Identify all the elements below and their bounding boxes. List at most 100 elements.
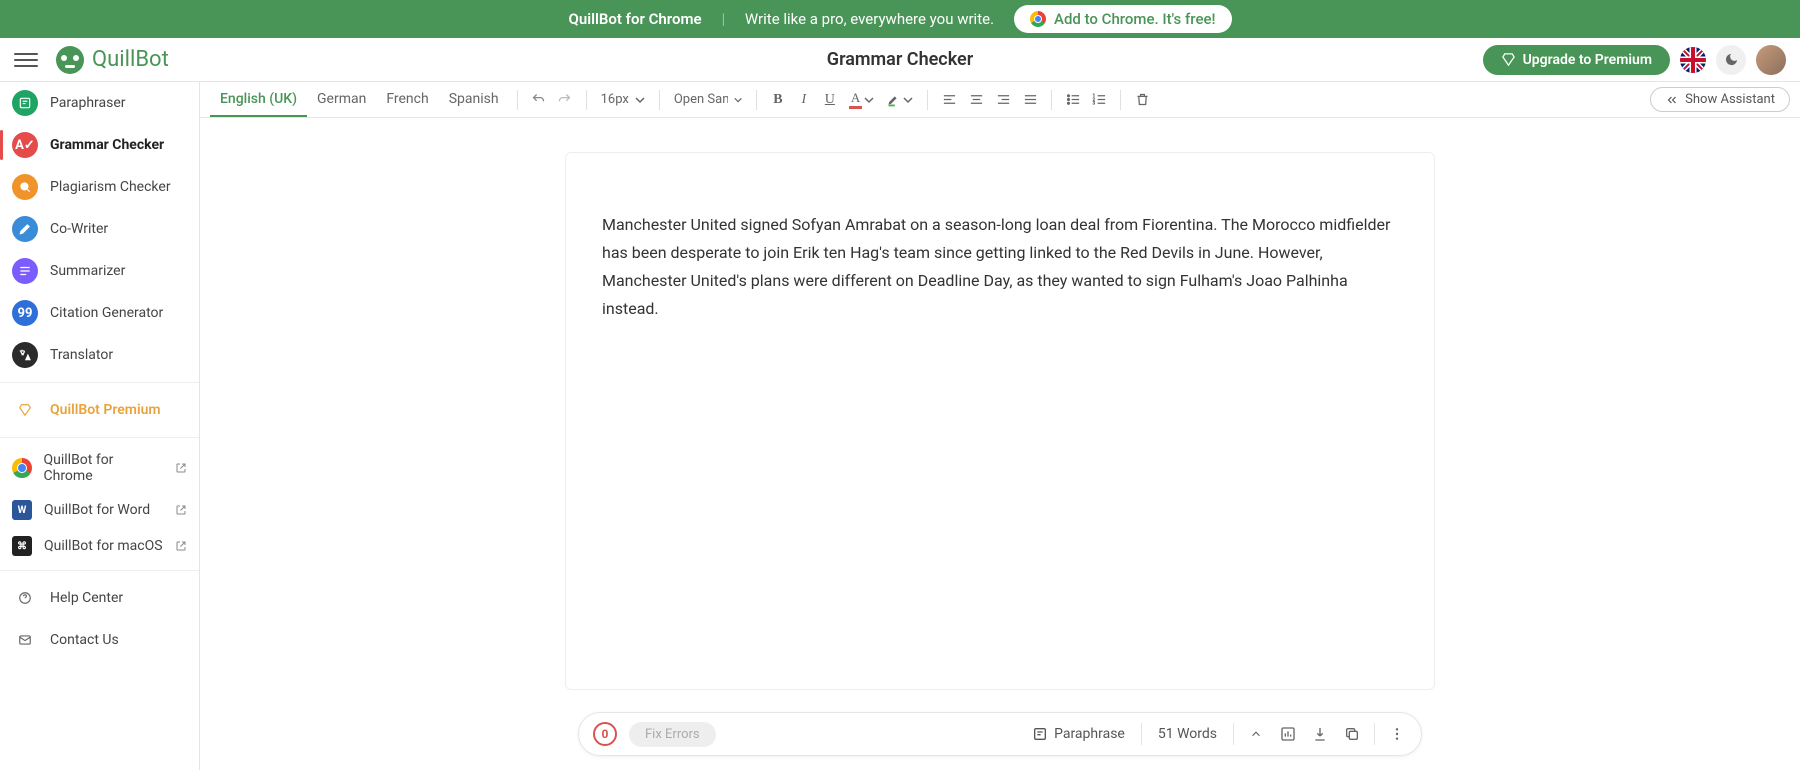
sidebar-item-grammar-checker[interactable]: A✓ Grammar Checker (0, 124, 199, 166)
sidebar-item-help[interactable]: Help Center (0, 577, 199, 619)
collapse-button[interactable] (1246, 724, 1266, 744)
language-flag-uk[interactable] (1680, 47, 1706, 73)
align-left-icon (942, 92, 957, 107)
bullet-list-button[interactable] (1060, 87, 1086, 113)
sidebar-ext-chrome[interactable]: QuillBot for Chrome (0, 444, 199, 492)
align-center-button[interactable] (963, 87, 989, 113)
main-area: English (UK)GermanFrenchSpanish 16px Ope… (200, 82, 1800, 770)
diamond-icon (12, 397, 38, 423)
sidebar-item-co-writer[interactable]: Co-Writer (0, 208, 199, 250)
more-menu-button[interactable] (1387, 724, 1407, 744)
sidebar-ext-word[interactable]: WQuillBot for Word (0, 492, 199, 528)
upgrade-premium-button[interactable]: Upgrade to Premium (1483, 45, 1670, 75)
sidebar-item-label: Translator (50, 347, 113, 363)
align-left-button[interactable] (936, 87, 962, 113)
sidebar-item-paraphraser[interactable]: Paraphraser (0, 82, 199, 124)
lang-tab-french[interactable]: French (376, 82, 438, 117)
help-icon (12, 585, 38, 611)
sidebar-item-premium[interactable]: QuillBot Premium (0, 389, 199, 431)
bold-button[interactable]: B (765, 87, 791, 113)
font-size-select[interactable]: 16px (595, 92, 651, 107)
sidebar: Paraphraser A✓ Grammar Checker Plagiarism C… (0, 82, 200, 770)
chevron-down-icon (903, 95, 913, 105)
chevron-down-icon (635, 95, 645, 105)
stats-button[interactable] (1278, 724, 1298, 744)
align-justify-icon (1023, 92, 1038, 107)
paraphrase-icon (1032, 726, 1048, 742)
bold-icon: B (773, 92, 782, 108)
font-size-value: 16px (601, 92, 629, 107)
user-avatar[interactable] (1756, 45, 1786, 75)
sidebar-item-citation-generator[interactable]: 99 Citation Generator (0, 292, 199, 334)
chevron-down-icon (734, 95, 742, 105)
sidebar-ext-macos[interactable]: ⌘QuillBot for macOS (0, 528, 199, 564)
sidebar-item-label: Citation Generator (50, 305, 163, 321)
svg-text:3: 3 (1092, 102, 1095, 107)
hamburger-menu-button[interactable] (14, 49, 38, 71)
sidebar-item-label: Co-Writer (50, 221, 108, 237)
add-to-chrome-button[interactable]: Add to Chrome. It's free! (1014, 5, 1231, 33)
sidebar-item-summarizer[interactable]: Summarizer (0, 250, 199, 292)
brand-logo[interactable]: QuillBot (56, 46, 169, 74)
sidebar-item-plagiarism-checker[interactable]: Plagiarism Checker (0, 166, 199, 208)
sidebar-item-translator[interactable]: Translator (0, 334, 199, 376)
sidebar-item-label: Plagiarism Checker (50, 179, 171, 195)
diamond-icon (1501, 52, 1516, 67)
mail-icon (12, 627, 38, 653)
numbered-list-button[interactable]: 123 (1086, 87, 1112, 113)
text-color-icon: A (849, 90, 862, 109)
delete-button[interactable] (1129, 87, 1155, 113)
show-assistant-label: Show Assistant (1685, 92, 1775, 107)
highlight-select[interactable] (880, 92, 919, 107)
banner-separator: | (722, 10, 725, 28)
paraphrase-icon (12, 90, 38, 116)
chevron-double-left-icon (1665, 93, 1679, 107)
copy-icon (1344, 726, 1360, 742)
fix-errors-button[interactable]: Fix Errors (629, 722, 716, 747)
error-count-badge[interactable]: 0 (593, 722, 617, 746)
bar-chart-icon (1280, 726, 1296, 742)
paraphrase-button[interactable]: Paraphrase (1028, 726, 1129, 742)
copy-button[interactable] (1342, 724, 1362, 744)
sidebar-ext-label: QuillBot for Word (44, 502, 150, 518)
lang-tab-english-uk-[interactable]: English (UK) (210, 82, 307, 117)
sidebar-item-contact[interactable]: Contact Us (0, 619, 199, 661)
italic-button[interactable]: I (791, 87, 817, 113)
citation-icon: 99 (12, 300, 38, 326)
popout-icon (175, 462, 187, 474)
logo-icon (56, 46, 84, 74)
text-color-select[interactable]: A (843, 90, 880, 109)
download-button[interactable] (1310, 724, 1330, 744)
grammar-icon: A✓ (12, 132, 38, 158)
sidebar-ext-label: QuillBot for macOS (44, 538, 163, 554)
brand-name: QuillBot (92, 47, 169, 72)
download-icon (1312, 726, 1328, 742)
redo-icon (557, 92, 572, 107)
popout-icon (175, 540, 187, 552)
italic-icon: I (802, 92, 807, 108)
moon-icon (1724, 52, 1739, 67)
align-justify-button[interactable] (1017, 87, 1043, 113)
paraphrase-label: Paraphrase (1054, 726, 1125, 742)
sidebar-item-label: Grammar Checker (50, 137, 164, 153)
trash-icon (1135, 92, 1150, 107)
redo-button[interactable] (552, 87, 578, 113)
dark-mode-toggle[interactable] (1716, 45, 1746, 75)
lang-tab-spanish[interactable]: Spanish (439, 82, 509, 117)
sidebar-help-label: Help Center (50, 590, 123, 606)
lang-tab-german[interactable]: German (307, 82, 376, 117)
font-family-value: Open San... (674, 92, 728, 107)
undo-button[interactable] (526, 87, 552, 113)
translate-icon (12, 342, 38, 368)
highlight-icon (886, 92, 901, 107)
show-assistant-button[interactable]: Show Assistant (1650, 87, 1790, 112)
underline-icon: U (825, 92, 835, 108)
editor-document[interactable]: Manchester United signed Sofyan Amrabat … (565, 152, 1435, 690)
sidebar-item-label: Paraphraser (50, 95, 126, 111)
app-header: QuillBot Grammar Checker Upgrade to Prem… (0, 38, 1800, 82)
underline-button[interactable]: U (817, 87, 843, 113)
editor-content[interactable]: Manchester United signed Sofyan Amrabat … (602, 211, 1398, 323)
font-family-select[interactable]: Open San... (668, 92, 748, 107)
align-right-button[interactable] (990, 87, 1016, 113)
bullet-list-icon (1066, 92, 1081, 107)
